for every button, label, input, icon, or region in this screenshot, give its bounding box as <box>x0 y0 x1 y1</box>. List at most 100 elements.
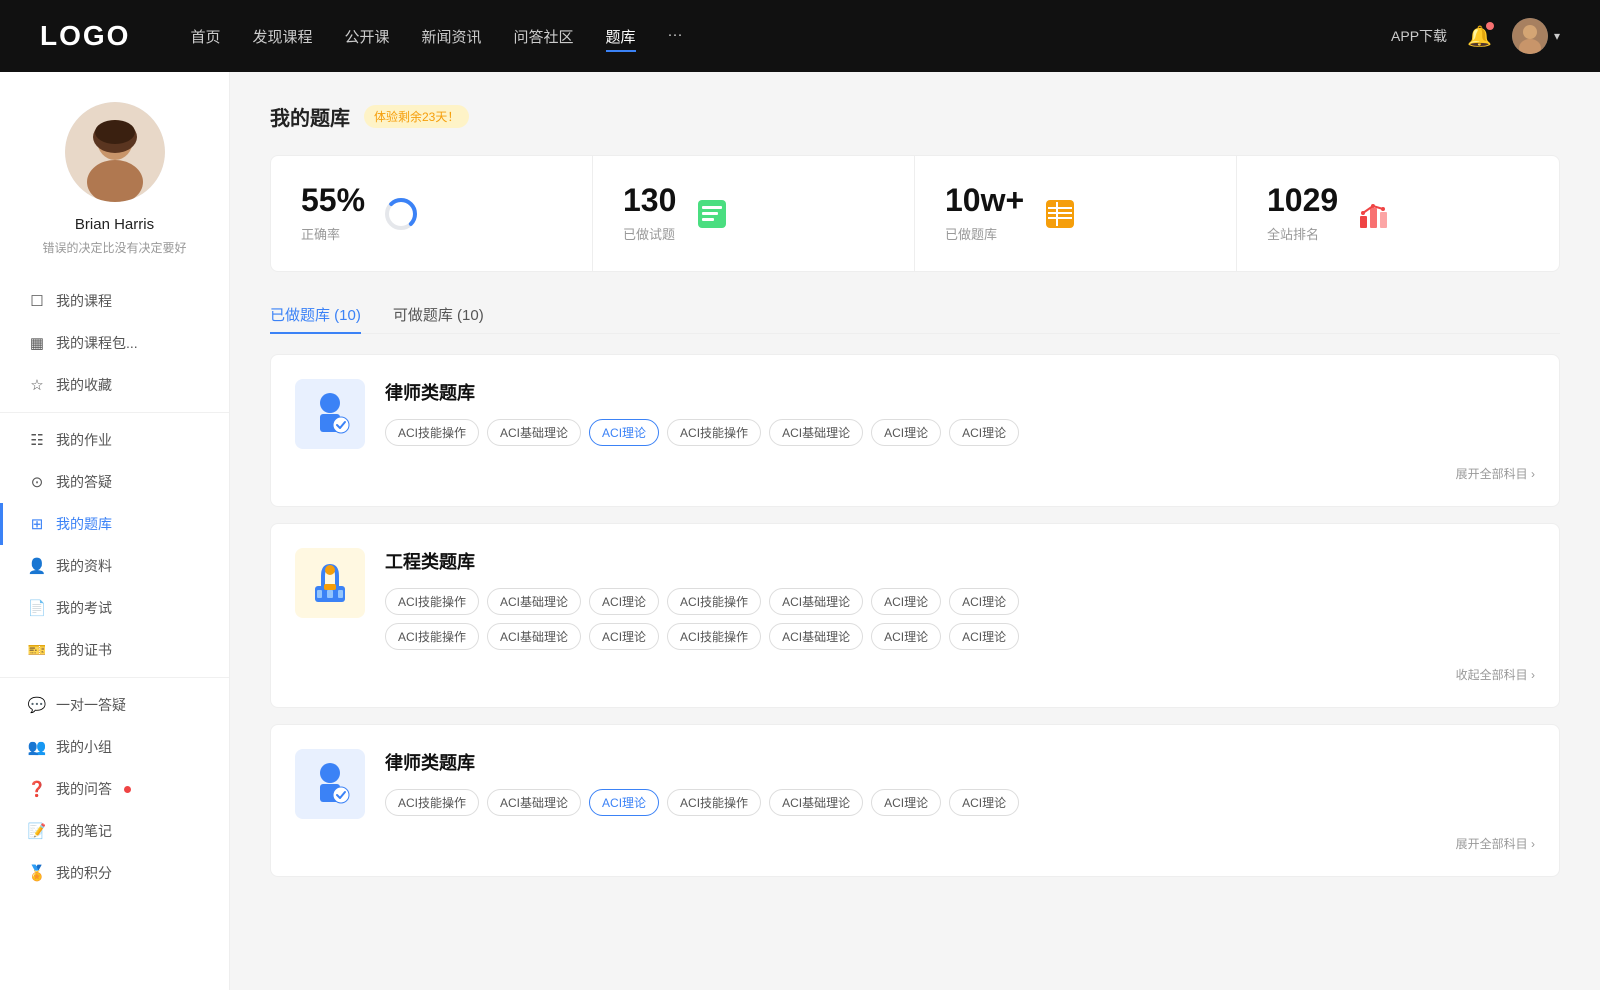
card-footer-3: 展开全部科目 › <box>295 835 1535 852</box>
tag-3-5[interactable]: ACI理论 <box>871 789 941 816</box>
chart-icon: ▦ <box>28 334 46 352</box>
tag-2-6[interactable]: ACI理论 <box>949 588 1019 615</box>
tag-3-3[interactable]: ACI技能操作 <box>667 789 761 816</box>
sidebar-item-cert[interactable]: 🎫 我的证书 <box>0 629 229 671</box>
tag-1-0[interactable]: ACI技能操作 <box>385 419 479 446</box>
sidebar-item-favorites[interactable]: ☆ 我的收藏 <box>0 364 229 406</box>
tag-1-3[interactable]: ACI技能操作 <box>667 419 761 446</box>
sidebar-item-qbank[interactable]: ⊞ 我的题库 <box>0 503 229 545</box>
nav-item-home[interactable]: 首页 <box>190 26 220 47</box>
sidebar-item-homework[interactable]: ☷ 我的作业 <box>0 419 229 461</box>
tag-2-3[interactable]: ACI技能操作 <box>667 588 761 615</box>
sidebar-item-profile[interactable]: 👤 我的资料 <box>0 545 229 587</box>
sidebar-item-tutoring[interactable]: 💬 一对一答疑 <box>0 684 229 726</box>
nav-item-news[interactable]: 新闻资讯 <box>422 26 482 47</box>
sidebar-avatar <box>65 102 165 202</box>
file-icon: ☐ <box>28 292 46 310</box>
tags-row-2a: ACI技能操作 ACI基础理论 ACI理论 ACI技能操作 ACI基础理论 AC… <box>385 588 1535 615</box>
tag-2b-3[interactable]: ACI技能操作 <box>667 623 761 650</box>
sidebar-item-label: 我的资料 <box>56 556 112 576</box>
tag-2-5[interactable]: ACI理论 <box>871 588 941 615</box>
sidebar-item-qa[interactable]: ❓ 我的问答 <box>0 768 229 810</box>
tab-available-banks[interactable]: 可做题库 (10) <box>393 296 484 333</box>
sidebar-divider-1 <box>0 412 229 413</box>
nav-item-exam[interactable]: 题库 <box>606 26 636 47</box>
notification-bell[interactable]: 🔔 <box>1467 24 1492 49</box>
stat-rank-label: 全站排名 <box>1267 224 1338 243</box>
sidebar-motto: 错误的决定比没有决定要好 <box>42 239 186 256</box>
qbank-icon-lawyer-2 <box>295 749 365 819</box>
tag-1-6[interactable]: ACI理论 <box>949 419 1019 446</box>
nav-item-courses[interactable]: 发现课程 <box>252 26 312 47</box>
tags-row-2b: ACI技能操作 ACI基础理论 ACI理论 ACI技能操作 ACI基础理论 AC… <box>385 623 1535 650</box>
app-download-link[interactable]: APP下载 <box>1391 26 1447 46</box>
tag-2b-1[interactable]: ACI基础理论 <box>487 623 581 650</box>
sidebar-item-course-pack[interactable]: ▦ 我的课程包... <box>0 322 229 364</box>
group-icon: 👥 <box>28 738 46 756</box>
stat-rank: 1029 全站排名 <box>1237 156 1559 271</box>
tag-3-6[interactable]: ACI理论 <box>949 789 1019 816</box>
tag-3-4[interactable]: ACI基础理论 <box>769 789 863 816</box>
tag-1-1[interactable]: ACI基础理论 <box>487 419 581 446</box>
sidebar-item-label: 我的积分 <box>56 863 112 883</box>
stat-accuracy-value: 55% <box>301 184 365 216</box>
stat-questions-value: 130 <box>623 184 676 216</box>
tag-2b-2[interactable]: ACI理论 <box>589 623 659 650</box>
sidebar-item-exam[interactable]: 📄 我的考试 <box>0 587 229 629</box>
main-content: 我的题库 体验剩余23天！ 55% 正确率 <box>230 72 1600 990</box>
tag-1-2[interactable]: ACI理论 <box>589 419 659 446</box>
sidebar-item-group[interactable]: 👥 我的小组 <box>0 726 229 768</box>
expand-link-2[interactable]: 收起全部科目 › <box>1456 666 1535 683</box>
sidebar-item-label: 我的小组 <box>56 737 112 757</box>
qbank-card-engineer: 工程类题库 ACI技能操作 ACI基础理论 ACI理论 ACI技能操作 ACI基… <box>270 523 1560 708</box>
expand-link-1[interactable]: 展开全部科目 › <box>1456 465 1535 482</box>
nav-item-mooc[interactable]: 公开课 <box>344 26 389 47</box>
sidebar-item-label: 我的问答 <box>56 779 112 799</box>
qbank-card-header-3: 律师类题库 ACI技能操作 ACI基础理论 ACI理论 ACI技能操作 ACI基… <box>295 749 1535 819</box>
sidebar-item-my-courses[interactable]: ☐ 我的课程 <box>0 280 229 322</box>
tag-1-5[interactable]: ACI理论 <box>871 419 941 446</box>
chevron-down-icon: ▾ <box>1554 29 1560 43</box>
qbank-name-1: 律师类题库 <box>385 379 1535 405</box>
question-icon: ⊙ <box>28 473 46 491</box>
user-avatar-menu[interactable]: ▾ <box>1512 18 1560 54</box>
expand-link-3[interactable]: 展开全部科目 › <box>1456 835 1535 852</box>
grid-icon: ⊞ <box>28 515 46 533</box>
donut-icon <box>381 194 421 234</box>
tag-2-0[interactable]: ACI技能操作 <box>385 588 479 615</box>
qbank-card-lawyer-1: 律师类题库 ACI技能操作 ACI基础理论 ACI理论 ACI技能操作 ACI基… <box>270 354 1560 507</box>
tag-2b-0[interactable]: ACI技能操作 <box>385 623 479 650</box>
nav-item-more[interactable]: ··· <box>668 26 683 47</box>
doc-icon: ☷ <box>28 431 46 449</box>
tag-2-2[interactable]: ACI理论 <box>589 588 659 615</box>
tag-1-4[interactable]: ACI基础理论 <box>769 419 863 446</box>
card-footer-1: 展开全部科目 › <box>295 465 1535 482</box>
tag-3-0[interactable]: ACI技能操作 <box>385 789 479 816</box>
avatar <box>1512 18 1548 54</box>
page-title: 我的题库 <box>270 102 350 131</box>
tab-done-banks[interactable]: 已做题库 (10) <box>270 296 361 333</box>
qa-icon: ❓ <box>28 780 46 798</box>
tag-2b-5[interactable]: ACI理论 <box>871 623 941 650</box>
nav-item-qa[interactable]: 问答社区 <box>514 26 574 47</box>
tag-2b-4[interactable]: ACI基础理论 <box>769 623 863 650</box>
sidebar-item-label: 我的课程包... <box>56 333 138 353</box>
stat-accuracy-label: 正确率 <box>301 224 365 243</box>
tag-2-4[interactable]: ACI基础理论 <box>769 588 863 615</box>
sidebar-item-points[interactable]: 🏅 我的积分 <box>0 852 229 894</box>
points-icon: 🏅 <box>28 864 46 882</box>
page-wrap: Brian Harris 错误的决定比没有决定要好 ☐ 我的课程 ▦ 我的课程包… <box>0 0 1600 990</box>
tag-3-2[interactable]: ACI理论 <box>589 789 659 816</box>
tag-2-1[interactable]: ACI基础理论 <box>487 588 581 615</box>
sidebar-item-notes[interactable]: 📝 我的笔记 <box>0 810 229 852</box>
qbank-card-header: 律师类题库 ACI技能操作 ACI基础理论 ACI理论 ACI技能操作 ACI基… <box>295 379 1535 449</box>
tag-3-1[interactable]: ACI基础理论 <box>487 789 581 816</box>
tag-2b-6[interactable]: ACI理论 <box>949 623 1019 650</box>
qbank-icon-engineer <box>295 548 365 618</box>
chat-icon: 💬 <box>28 696 46 714</box>
note-icon: 📝 <box>28 822 46 840</box>
sidebar-item-label: 我的收藏 <box>56 375 112 395</box>
trial-badge: 体验剩余23天！ <box>364 105 469 128</box>
qbank-card-header-2: 工程类题库 ACI技能操作 ACI基础理论 ACI理论 ACI技能操作 ACI基… <box>295 548 1535 650</box>
sidebar-item-questions[interactable]: ⊙ 我的答疑 <box>0 461 229 503</box>
